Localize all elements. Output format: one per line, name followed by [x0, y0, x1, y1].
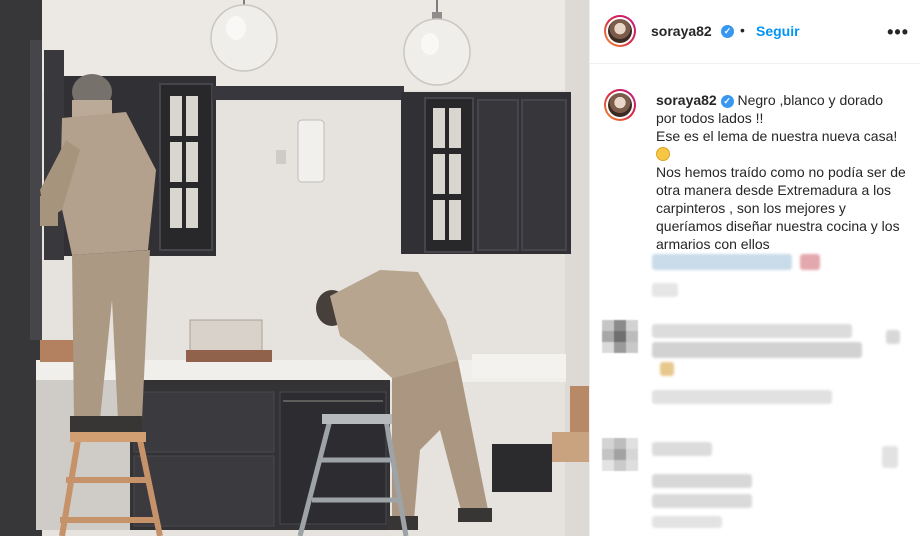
header-separator: •: [740, 22, 745, 38]
instagram-post-modal: soraya82 ✓ • Seguir ••• soraya82 ✓ Negro…: [0, 0, 920, 536]
avatar-image: [608, 19, 632, 43]
blurred-comment-line-1: [652, 324, 852, 338]
caption-text-3: Nos hemos traído como no podía ser de ot…: [656, 164, 906, 252]
post-sidebar: soraya82 ✓ • Seguir ••• soraya82 ✓ Negro…: [589, 0, 920, 536]
caption-emoji-line: [656, 145, 906, 163]
avatar[interactable]: [604, 15, 636, 47]
blurred-comment-emoji: [660, 362, 674, 376]
caption-avatar-ring-inner: [606, 91, 634, 119]
caption-username[interactable]: soraya82: [656, 92, 717, 108]
post-photo[interactable]: [0, 0, 589, 536]
blurred-commenter-avatar: [602, 320, 638, 353]
blurred-comment2-user: [652, 442, 712, 456]
caption-verified-badge-icon: ✓: [720, 95, 734, 108]
blurred-timestamp: [652, 283, 678, 297]
blurred-hashtags: [652, 254, 792, 270]
caption-text-2: Ese es el lema de nuestra nueva casa!: [656, 128, 898, 144]
blurred-like-icon: [886, 330, 900, 344]
grimacing-face-icon: [656, 147, 670, 161]
post-caption: soraya82 ✓ Negro ,blanco y dorado por to…: [656, 91, 906, 253]
blurred-hashtag-emoji: [800, 254, 820, 270]
avatar-ring-inner: [606, 17, 634, 45]
blurred-like-icon-2: [882, 446, 898, 468]
caption-avatar[interactable]: [604, 89, 636, 121]
blurred-comment2-meta: [652, 516, 722, 528]
follow-button[interactable]: Seguir: [756, 23, 800, 39]
kitchen-photo-illustration: [0, 0, 589, 536]
caption-line-1: soraya82 ✓ Negro ,blanco y dorado por to…: [656, 91, 906, 127]
blurred-commenter-avatar-2: [602, 438, 638, 471]
verified-badge-icon: ✓: [721, 25, 734, 38]
blurred-comment2-line-1: [652, 474, 752, 488]
blurred-comment-line-2: [652, 342, 862, 358]
caption-avatar-image: [608, 93, 632, 117]
post-header: soraya82 ✓ • Seguir •••: [590, 0, 920, 64]
post-username[interactable]: soraya82: [651, 23, 712, 39]
more-options-icon[interactable]: •••: [887, 22, 909, 43]
blurred-comment2-line-2: [652, 494, 752, 508]
blurred-comment-meta: [652, 390, 832, 404]
